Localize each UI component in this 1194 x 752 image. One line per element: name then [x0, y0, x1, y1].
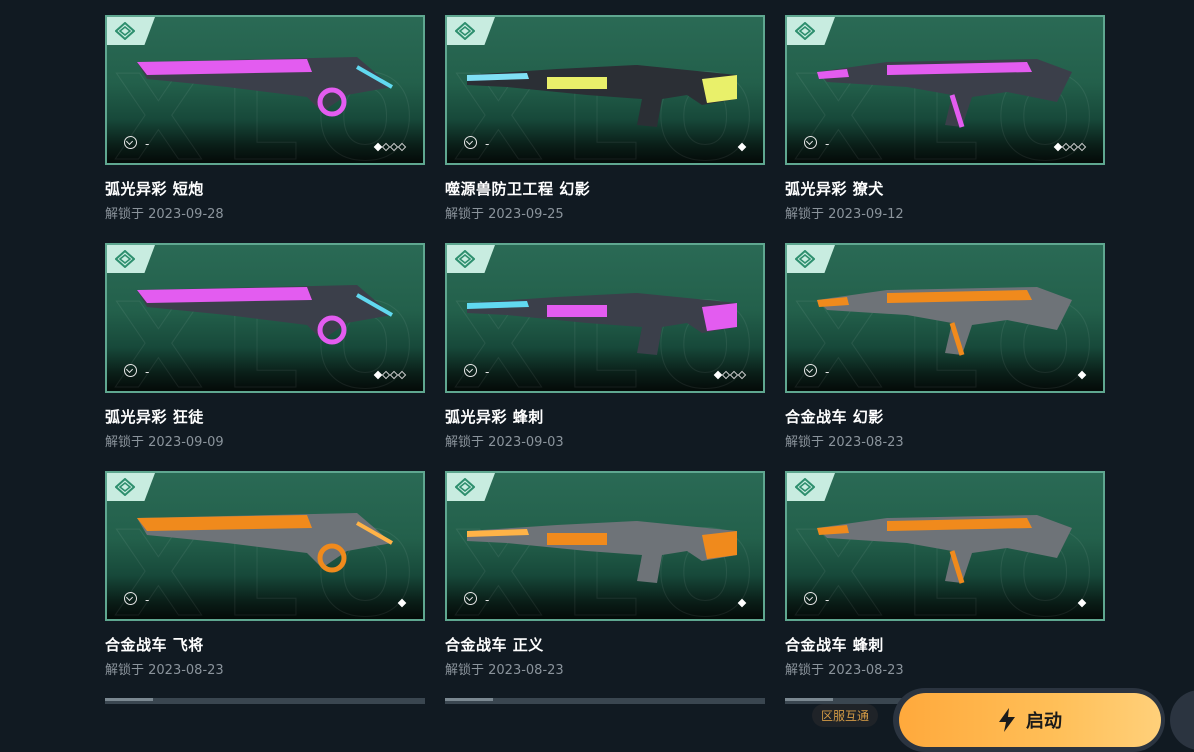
launch-button[interactable]: 启动 — [899, 693, 1161, 747]
tier-icon — [464, 136, 477, 149]
skin-card[interactable]: XLOI - 弧光异彩 蜂刺 解锁于 2023-09-03 — [445, 243, 765, 450]
skin-thumbnail[interactable]: XLOI - — [105, 15, 425, 165]
level-dot — [1077, 142, 1087, 152]
level-indicator — [737, 142, 747, 152]
region-badge: 区服互通 — [812, 704, 879, 727]
partial-card — [445, 698, 765, 704]
tier-icon — [124, 136, 137, 149]
level-indicator — [373, 142, 407, 152]
skin-thumbnail[interactable]: XLOI - — [445, 471, 765, 621]
level-dot — [737, 598, 747, 608]
collection-icon — [115, 22, 135, 40]
level-indicator — [713, 370, 747, 380]
skin-thumbnail[interactable]: XLOI - — [445, 15, 765, 165]
level-indicator — [1053, 142, 1087, 152]
lightning-icon — [999, 708, 1015, 732]
unlock-date: 解锁于 2023-08-23 — [785, 663, 904, 678]
partial-card — [105, 698, 425, 704]
skin-thumbnail[interactable]: XLOI - — [445, 243, 765, 393]
skin-card[interactable]: XLOI - 弧光异彩 短炮 解锁于 2023-09-28 — [105, 15, 425, 222]
collection-icon — [115, 250, 135, 268]
collection-icon — [455, 478, 475, 496]
tier-value: - — [145, 137, 150, 151]
skin-name: 合金战车 正义 — [445, 636, 544, 654]
unlock-date: 解锁于 2023-09-28 — [105, 207, 224, 222]
skin-name: 弧光异彩 蜂刺 — [445, 408, 544, 426]
level-dot — [737, 142, 747, 152]
tier-value: - — [485, 137, 490, 151]
tier-value: - — [485, 365, 490, 379]
unlock-date: 解锁于 2023-08-23 — [105, 663, 224, 678]
skin-name: 弧光异彩 短炮 — [105, 180, 204, 198]
unlock-date: 解锁于 2023-09-12 — [785, 207, 904, 222]
level-dot — [397, 598, 407, 608]
level-indicator — [373, 370, 407, 380]
skin-card[interactable]: XLOI - 合金战车 正义 解锁于 2023-08-23 — [445, 471, 765, 678]
unlock-date: 解锁于 2023-08-23 — [785, 435, 904, 450]
skin-thumbnail[interactable]: XLOI - — [785, 471, 1105, 621]
tier-icon — [804, 136, 817, 149]
side-button[interactable] — [1170, 690, 1194, 750]
unlock-date: 解锁于 2023-08-23 — [445, 663, 564, 678]
level-indicator — [737, 598, 747, 608]
unlock-date: 解锁于 2023-09-03 — [445, 435, 564, 450]
skin-card[interactable]: XLOI - 合金战车 幻影 解锁于 2023-08-23 — [785, 243, 1105, 450]
level-dot — [1077, 370, 1087, 380]
launch-label: 启动 — [1026, 711, 1062, 732]
collection-icon — [455, 22, 475, 40]
skin-thumbnail[interactable]: XLOI - — [785, 15, 1105, 165]
level-dot — [737, 370, 747, 380]
unlock-date: 解锁于 2023-09-25 — [445, 207, 564, 222]
skin-card[interactable]: XLOI - 噬源兽防卫工程 幻影 解锁于 2023-09-25 — [445, 15, 765, 222]
skin-card[interactable]: XLOI - 合金战车 蜂刺 解锁于 2023-08-23 — [785, 471, 1105, 678]
tier-icon — [464, 592, 477, 605]
skin-card[interactable]: XLOI - 合金战车 飞将 解锁于 2023-08-23 — [105, 471, 425, 678]
level-indicator — [1077, 370, 1087, 380]
collection-icon — [795, 478, 815, 496]
skin-thumbnail[interactable]: XLOI - — [105, 471, 425, 621]
tier-icon — [804, 592, 817, 605]
collection-icon — [795, 250, 815, 268]
skin-card[interactable]: XLOI - 弧光异彩 狂徒 解锁于 2023-09-09 — [105, 243, 425, 450]
tier-icon — [124, 592, 137, 605]
skin-name: 弧光异彩 獠犬 — [785, 180, 884, 198]
skin-name: 合金战车 幻影 — [785, 408, 884, 426]
collection-icon — [795, 22, 815, 40]
tier-value: - — [145, 593, 150, 607]
skin-thumbnail[interactable]: XLOI - — [785, 243, 1105, 393]
level-dot — [1077, 598, 1087, 608]
tier-icon — [464, 364, 477, 377]
skin-name: 合金战车 蜂刺 — [785, 636, 884, 654]
skin-name: 合金战车 飞将 — [105, 636, 204, 654]
unlock-date: 解锁于 2023-09-09 — [105, 435, 224, 450]
tier-value: - — [145, 365, 150, 379]
level-indicator — [1077, 598, 1087, 608]
skin-name: 弧光异彩 狂徒 — [105, 408, 204, 426]
skin-card[interactable]: XLOI - 弧光异彩 獠犬 解锁于 2023-09-12 — [785, 15, 1105, 222]
tier-value: - — [485, 593, 490, 607]
collection-icon — [115, 478, 135, 496]
skin-name: 噬源兽防卫工程 幻影 — [445, 180, 591, 198]
level-indicator — [397, 598, 407, 608]
skin-thumbnail[interactable]: XLOI - — [105, 243, 425, 393]
tier-icon — [124, 364, 137, 377]
tier-value: - — [825, 593, 830, 607]
tier-icon — [804, 364, 817, 377]
level-dot — [397, 142, 407, 152]
collection-icon — [455, 250, 475, 268]
tier-value: - — [825, 137, 830, 151]
tier-value: - — [825, 365, 830, 379]
level-dot — [397, 370, 407, 380]
